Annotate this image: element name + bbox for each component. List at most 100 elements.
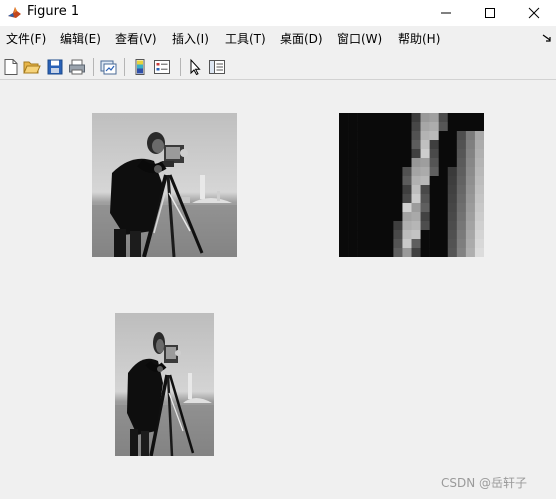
zoom-pixel — [411, 149, 421, 159]
zoom-pixel — [339, 167, 349, 177]
zoom-pixel — [465, 248, 476, 257]
cameraman-photo — [115, 313, 214, 456]
zoom-pixel — [465, 158, 476, 168]
menu-help[interactable]: 帮助(H) — [398, 31, 440, 47]
zoom-pixel — [402, 176, 412, 186]
zoom-pixel — [438, 230, 449, 240]
zoom-pixel — [402, 113, 412, 123]
zoom-pixel — [465, 194, 476, 204]
zoom-pixel — [465, 149, 476, 159]
zoom-pixel — [375, 203, 385, 213]
zoom-pixel — [393, 113, 403, 123]
zoom-pixel — [357, 158, 367, 168]
zoom-pixel — [474, 176, 484, 186]
zoom-pixel — [384, 221, 394, 231]
maximize-button[interactable] — [468, 0, 512, 26]
zoom-pixel — [393, 248, 403, 257]
zoom-pixel — [357, 185, 367, 195]
new-figure-icon[interactable] — [2, 58, 20, 76]
zoom-pixel — [465, 140, 476, 150]
zoom-pixel — [357, 212, 367, 222]
zoom-pixel — [411, 140, 421, 150]
zoom-pixel — [447, 230, 458, 240]
zoom-pixel — [438, 140, 449, 150]
menu-desktop[interactable]: 桌面(D) — [280, 31, 323, 47]
zoom-pixel — [438, 203, 449, 213]
close-icon — [528, 7, 540, 19]
menu-view[interactable]: 查看(V) — [115, 31, 157, 47]
zoom-pixel — [447, 149, 458, 159]
zoom-pixel — [438, 158, 449, 168]
zoom-pixel — [339, 212, 349, 222]
zoom-pixel — [384, 113, 394, 123]
zoom-pixel — [447, 158, 458, 168]
minimize-button[interactable] — [424, 0, 468, 26]
zoom-pixel — [411, 122, 421, 132]
zoom-pixel — [384, 230, 394, 240]
zoom-pixel — [393, 176, 403, 186]
zoom-pixel — [366, 113, 376, 123]
menu-bar: 文件(F) 编辑(E) 查看(V) 插入(I) 工具(T) 桌面(D) 窗口(W… — [0, 28, 556, 50]
menu-window[interactable]: 窗口(W) — [337, 31, 382, 47]
zoom-pixel — [357, 149, 367, 159]
zoom-pixel — [366, 212, 376, 222]
zoom-pixel — [447, 221, 458, 231]
close-button[interactable] — [512, 0, 556, 26]
zoom-pixel — [429, 194, 439, 204]
zoom-pixel — [348, 167, 358, 177]
zoom-pixel — [348, 158, 358, 168]
zoom-pixel — [465, 131, 476, 141]
zoom-pixel — [384, 131, 394, 141]
zoom-pixel — [357, 194, 367, 204]
zoom-pixel — [339, 203, 349, 213]
zoom-pixel — [474, 221, 484, 231]
dock-arrow-icon[interactable] — [542, 33, 552, 43]
zoom-pixel — [402, 140, 412, 150]
zoom-pixel — [384, 176, 394, 186]
zoom-pixel — [375, 167, 385, 177]
zoom-pixel — [357, 167, 367, 177]
zoom-pixel — [420, 185, 430, 195]
open-file-icon[interactable] — [23, 58, 41, 76]
zoom-pixel — [339, 185, 349, 195]
zoom-pixel — [474, 149, 484, 159]
zoom-pixel — [375, 158, 385, 168]
print-icon[interactable] — [68, 58, 86, 76]
zoom-pixel — [465, 113, 476, 123]
zoom-pixel — [456, 167, 467, 177]
zoom-pixel — [339, 194, 349, 204]
link-plot-icon[interactable] — [99, 58, 117, 76]
zoom-pixel — [420, 248, 430, 257]
zoom-pixel — [456, 230, 467, 240]
cameraman-zoomed-crop-image[interactable] — [339, 113, 484, 257]
zoom-pixel — [375, 122, 385, 132]
zoom-pixel — [411, 212, 421, 222]
zoom-pixel — [357, 221, 367, 231]
insert-colorbar-icon[interactable] — [131, 58, 149, 76]
zoom-pixel — [366, 131, 376, 141]
zoom-pixel — [402, 122, 412, 132]
zoom-pixel — [447, 248, 458, 257]
menu-tools[interactable]: 工具(T) — [225, 31, 266, 47]
property-inspector-icon[interactable] — [208, 58, 226, 76]
insert-legend-icon[interactable] — [153, 58, 171, 76]
zoom-pixel — [357, 131, 367, 141]
zoom-pixel — [411, 176, 421, 186]
zoom-pixel — [447, 131, 458, 141]
edit-plot-cursor-icon[interactable] — [186, 58, 204, 76]
zoom-pixel — [456, 212, 467, 222]
figure-canvas[interactable] — [0, 81, 556, 499]
menu-edit[interactable]: 编辑(E) — [60, 31, 101, 47]
zoom-pixel — [465, 212, 476, 222]
menu-insert[interactable]: 插入(I) — [172, 31, 209, 47]
zoom-pixel — [420, 212, 430, 222]
zoom-pixel — [375, 131, 385, 141]
menu-file[interactable]: 文件(F) — [6, 31, 46, 47]
cameraman-original-image[interactable] — [92, 113, 237, 257]
save-icon[interactable] — [46, 58, 64, 76]
cameraman-resized-image[interactable] — [115, 313, 214, 456]
zoom-pixel — [429, 230, 439, 240]
zoom-pixel — [339, 248, 349, 257]
zoom-pixel — [429, 212, 439, 222]
zoom-pixel — [411, 230, 421, 240]
